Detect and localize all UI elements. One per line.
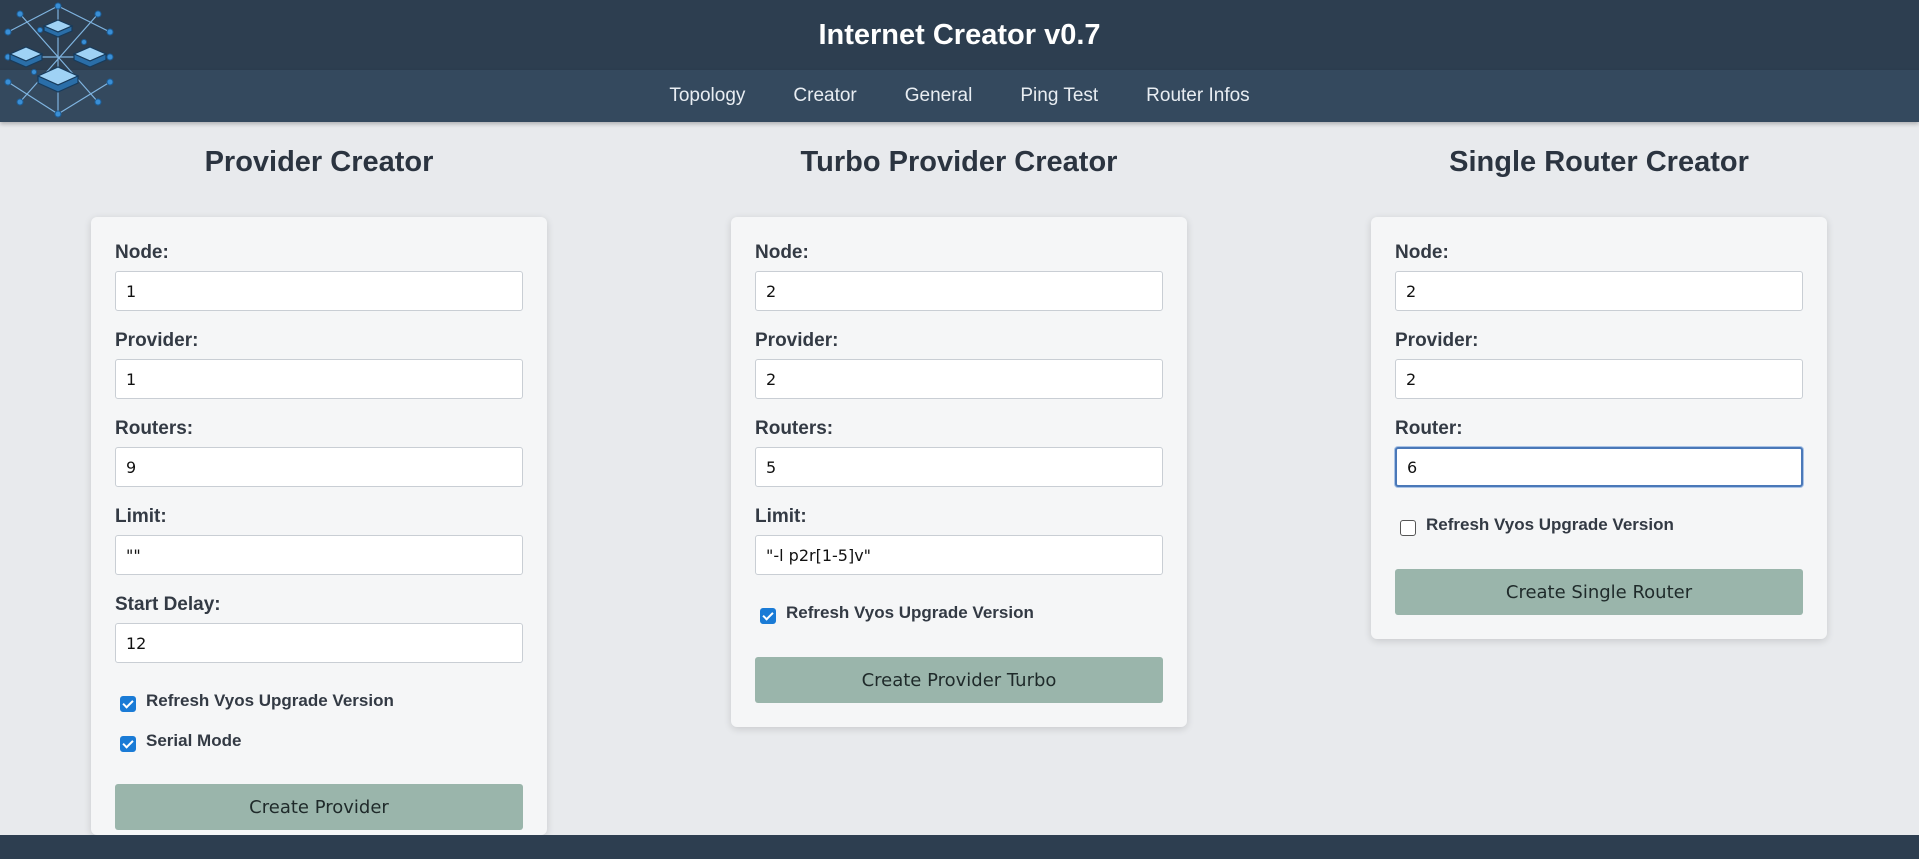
refresh-vyos-row: Refresh Vyos Upgrade Version (115, 689, 394, 713)
routers-input[interactable] (115, 447, 523, 487)
provider-creator-title: Provider Creator (204, 146, 434, 178)
single-router-creator-card: Node: Provider: Router: Refresh Vyos Upg… (1371, 217, 1827, 639)
limit-input[interactable] (115, 535, 523, 575)
app-header: Internet Creator v0.7 (0, 0, 1919, 70)
turbo-provider-creator-card: Node: Provider: Routers: Limit: Refresh … (731, 217, 1187, 727)
nav-link-router-infos[interactable]: Router Infos (1122, 85, 1274, 107)
limit-label: Limit: (755, 506, 807, 527)
refresh-vyos-label: Refresh Vyos Upgrade Version (1426, 515, 1674, 534)
provider-label: Provider: (1395, 330, 1479, 351)
create-provider-turbo-button[interactable]: Create Provider Turbo (755, 657, 1163, 703)
limit-label: Limit: (115, 506, 167, 527)
nav-links: Topology Creator General Ping Test Route… (0, 70, 1919, 122)
refresh-vyos-checkbox[interactable] (120, 696, 136, 712)
provider-input[interactable] (755, 359, 1163, 399)
node-label: Node: (115, 242, 169, 263)
provider-label: Provider: (755, 330, 839, 351)
start-delay-label: Start Delay: (115, 594, 221, 615)
app-title: Internet Creator v0.7 (818, 19, 1101, 51)
router-input[interactable] (1395, 447, 1803, 487)
network-routers-logo-icon[interactable] (0, 2, 118, 120)
provider-creator-card: Node: Provider: Routers: Limit: Start De… (91, 217, 547, 835)
nav-link-topology[interactable]: Topology (645, 85, 769, 107)
nav-link-creator[interactable]: Creator (769, 85, 880, 107)
routers-input[interactable] (755, 447, 1163, 487)
routers-label: Routers: (755, 418, 834, 439)
refresh-vyos-row: Refresh Vyos Upgrade Version (1395, 513, 1674, 537)
provider-label: Provider: (115, 330, 199, 351)
refresh-vyos-label: Refresh Vyos Upgrade Version (786, 603, 1034, 622)
node-input[interactable] (1395, 271, 1803, 311)
page-footer (0, 835, 1919, 859)
node-input[interactable] (755, 271, 1163, 311)
refresh-vyos-row: Refresh Vyos Upgrade Version (755, 601, 1034, 625)
create-single-router-button[interactable]: Create Single Router (1395, 569, 1803, 615)
limit-input[interactable] (755, 535, 1163, 575)
create-provider-button[interactable]: Create Provider (115, 784, 523, 830)
provider-input[interactable] (1395, 359, 1803, 399)
provider-input[interactable] (115, 359, 523, 399)
nav-link-ping-test[interactable]: Ping Test (996, 85, 1122, 107)
nav-bar: Topology Creator General Ping Test Route… (0, 70, 1919, 122)
refresh-vyos-label: Refresh Vyos Upgrade Version (146, 691, 394, 710)
node-label: Node: (755, 242, 809, 263)
single-router-creator-title: Single Router Creator (1449, 146, 1749, 178)
start-delay-input[interactable] (115, 623, 523, 663)
router-label: Router: (1395, 418, 1463, 439)
turbo-provider-creator-title: Turbo Provider Creator (800, 146, 1118, 178)
node-label: Node: (1395, 242, 1449, 263)
serial-mode-checkbox[interactable] (120, 736, 136, 752)
routers-label: Routers: (115, 418, 194, 439)
refresh-vyos-checkbox[interactable] (1400, 520, 1416, 536)
serial-mode-label: Serial Mode (146, 731, 242, 750)
node-input[interactable] (115, 271, 523, 311)
serial-mode-row: Serial Mode (115, 729, 241, 753)
nav-link-general[interactable]: General (881, 85, 997, 107)
refresh-vyos-checkbox[interactable] (760, 608, 776, 624)
